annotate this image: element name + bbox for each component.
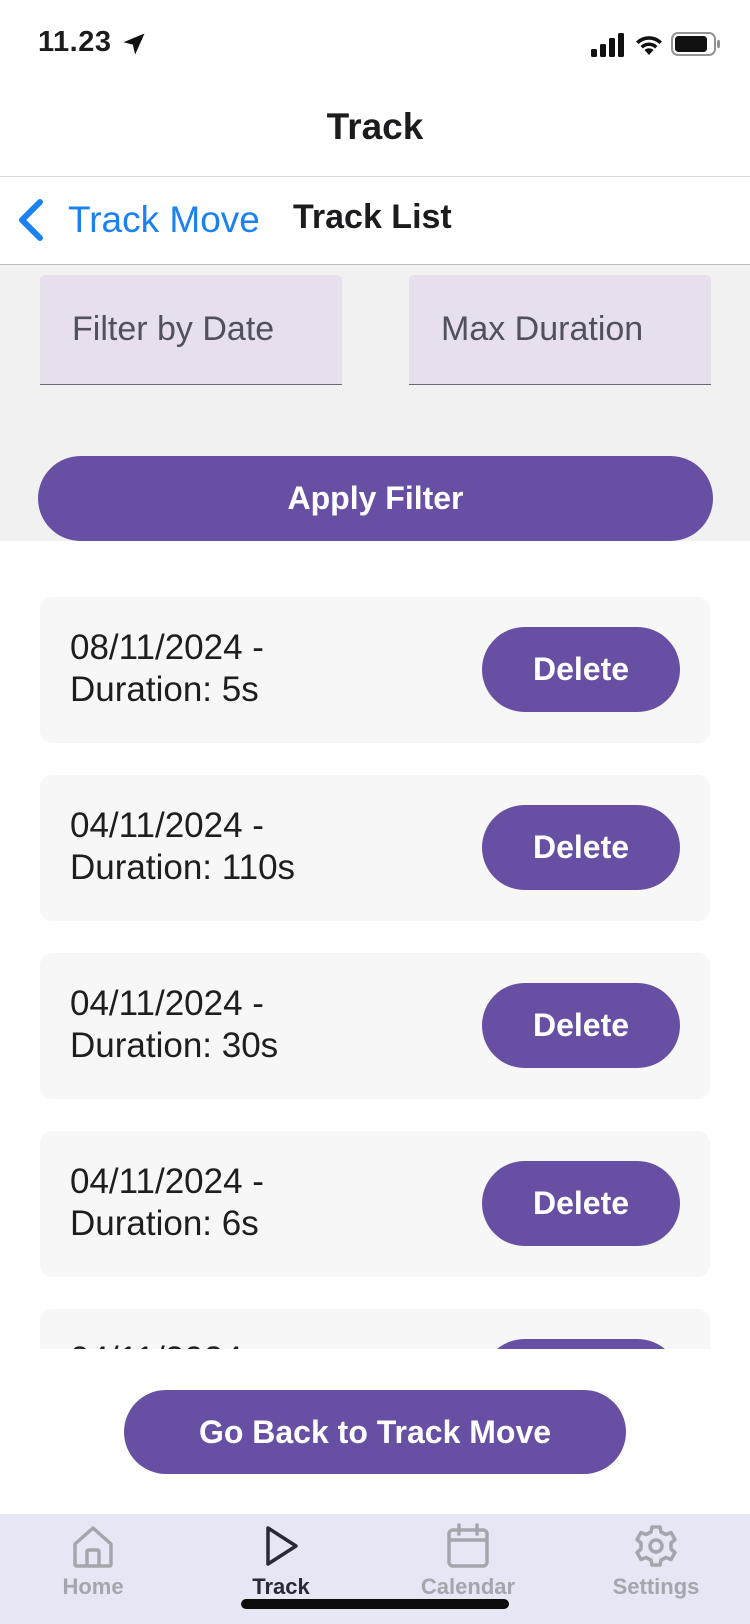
record-date: 04/11/2024 -	[70, 1339, 264, 1349]
status-bar: 11.23	[0, 0, 750, 92]
delete-button[interactable]	[482, 1339, 680, 1349]
list-item: 04/11/2024 - Duration: 110s Delete	[40, 775, 710, 921]
record-text: 08/11/2024 - Duration: 5s	[70, 627, 264, 711]
wifi-icon	[636, 36, 662, 55]
max-duration-input[interactable]: Max Duration	[409, 275, 711, 385]
track-list[interactable]: 08/11/2024 - Duration: 5s Delete 04/11/2…	[0, 541, 750, 1349]
nav-title: Track List	[293, 198, 452, 236]
record-duration: Duration: 30s	[70, 1026, 279, 1065]
status-time: 11.23	[38, 26, 112, 58]
gear-icon	[635, 1525, 677, 1567]
tab-track-label: Track	[252, 1574, 310, 1599]
list-item: 04/11/2024 - Duration: 30s Delete	[40, 953, 710, 1099]
tab-settings[interactable]: Settings	[581, 1522, 731, 1612]
calendar-icon	[447, 1523, 489, 1568]
list-item: 04/11/2024 -	[40, 1309, 710, 1349]
record-date: 04/11/2024 -	[70, 1162, 264, 1201]
tab-calendar-label: Calendar	[420, 1574, 516, 1599]
delete-button[interactable]: Delete	[482, 805, 680, 890]
filter-by-date-input[interactable]: Filter by Date	[40, 275, 342, 385]
chevron-left-icon	[19, 199, 43, 241]
page-title: Track	[326, 106, 424, 147]
back-button[interactable]: Track Move	[14, 192, 260, 248]
tab-home[interactable]: Home	[18, 1522, 168, 1612]
record-date: 04/11/2024 -	[70, 806, 264, 845]
record-duration: Duration: 6s	[70, 1204, 259, 1243]
tab-home-label: Home	[62, 1574, 124, 1599]
cellular-signal-icon	[591, 33, 624, 57]
record-text: 04/11/2024 - Duration: 30s	[70, 983, 278, 1067]
record-duration: Duration: 5s	[70, 670, 259, 709]
tab-settings-label: Settings	[612, 1574, 700, 1599]
battery-icon	[671, 32, 720, 56]
header-divider	[0, 176, 750, 177]
delete-button[interactable]: Delete	[482, 983, 680, 1068]
list-item: 04/11/2024 - Duration: 6s Delete	[40, 1131, 710, 1277]
delete-button[interactable]: Delete	[482, 1161, 680, 1246]
record-date: 08/11/2024 -	[70, 628, 264, 667]
record-date: 04/11/2024 -	[70, 984, 264, 1023]
apply-filter-button[interactable]: Apply Filter	[38, 456, 713, 541]
record-text: 04/11/2024 - Duration: 110s	[70, 805, 295, 889]
record-duration: Duration: 110s	[70, 848, 296, 887]
back-button-label: Track Move	[68, 199, 260, 240]
filter-panel: Filter by Date Max Duration Apply Filter	[0, 265, 750, 541]
home-indicator	[241, 1599, 509, 1609]
list-item: 08/11/2024 - Duration: 5s Delete	[40, 597, 710, 743]
record-text: 04/11/2024 -	[70, 1339, 264, 1349]
go-back-to-track-move-button[interactable]: Go Back to Track Move	[124, 1390, 626, 1474]
home-icon	[73, 1526, 113, 1568]
location-arrow-icon	[123, 33, 145, 55]
delete-button[interactable]: Delete	[482, 627, 680, 712]
record-text: 04/11/2024 - Duration: 6s	[70, 1161, 264, 1245]
play-icon	[266, 1526, 298, 1566]
